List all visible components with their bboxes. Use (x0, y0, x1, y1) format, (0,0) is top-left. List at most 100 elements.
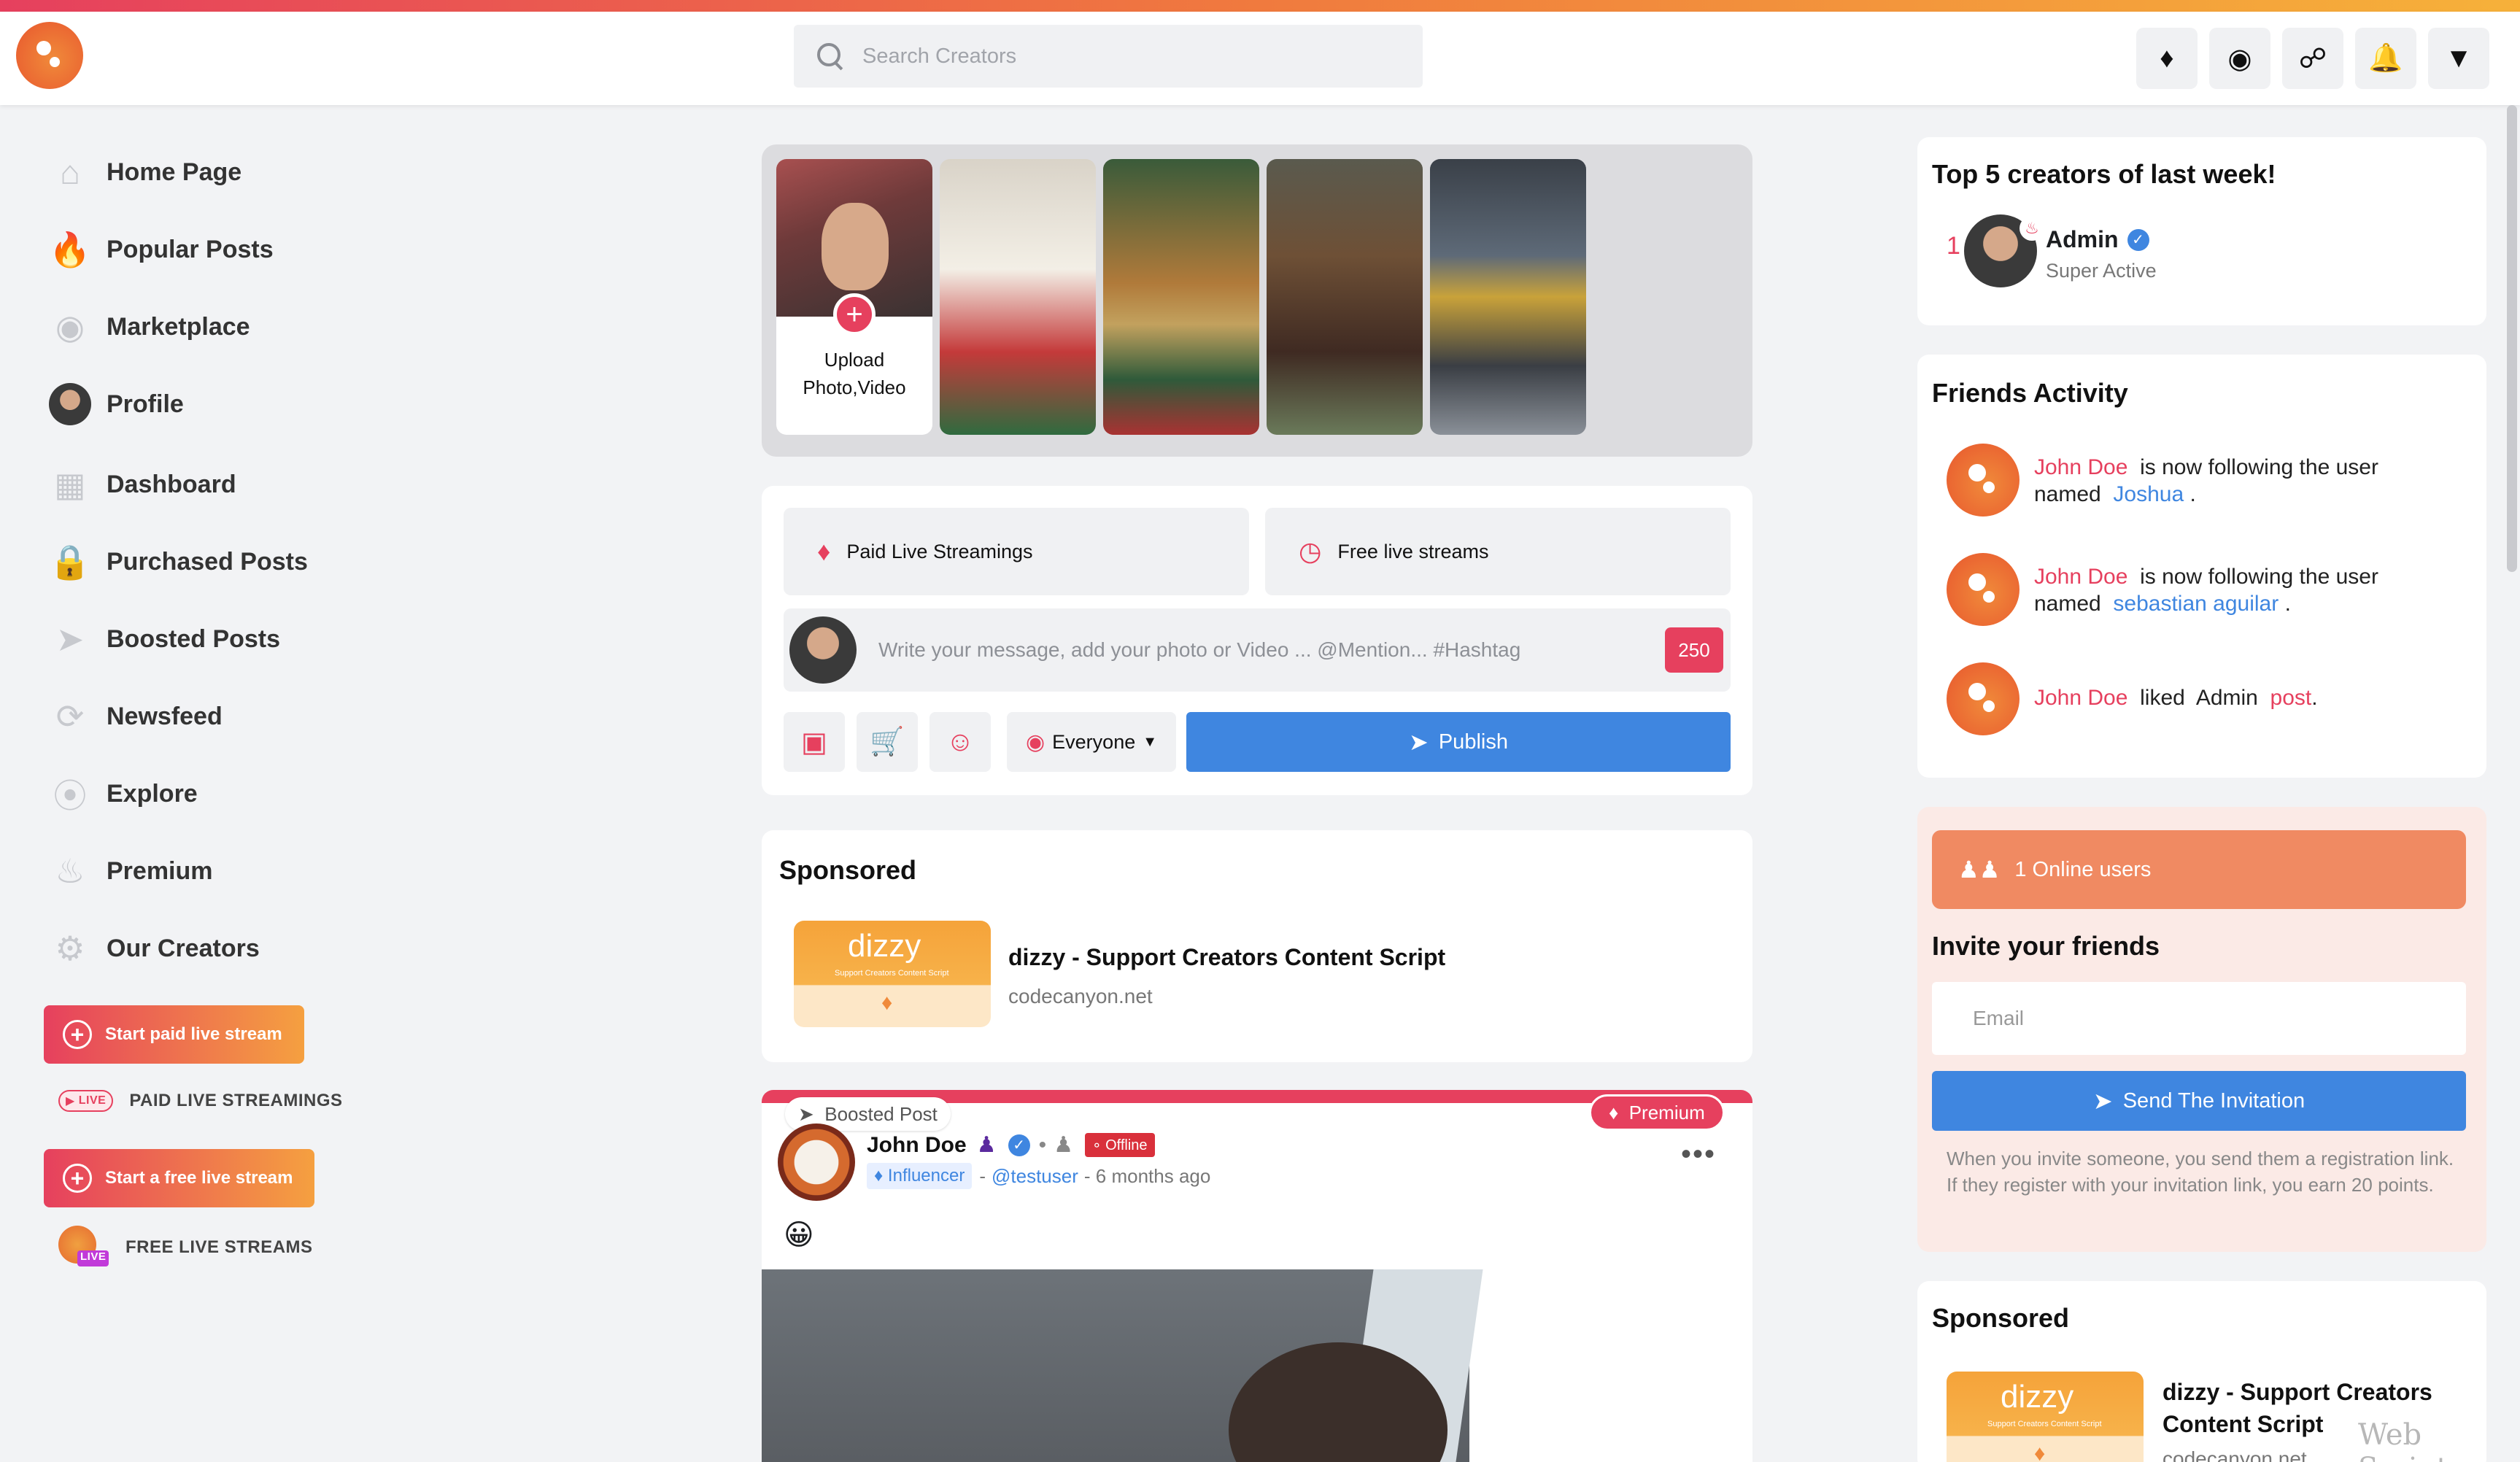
home-icon: ⌂ (60, 153, 80, 191)
send-invitation-button[interactable]: ➤ Send The Invitation (1932, 1071, 2466, 1131)
author-name[interactable]: John Doe (867, 1133, 967, 1158)
tab-paid-live-streamings[interactable]: ♦ Paid Live Streamings (784, 508, 1249, 595)
avatar[interactable] (1947, 553, 2020, 626)
start-paid-live-button[interactable]: + Start paid live stream (44, 1005, 304, 1064)
section-title: Invite your friends (1932, 931, 2160, 961)
button-label: Start a free live stream (105, 1168, 293, 1188)
post-media[interactable] (762, 1269, 1483, 1462)
person-icon: ♟ (976, 1133, 997, 1157)
sidebar-item-profile[interactable]: Profile (47, 371, 184, 437)
dot-icon: ∘ (1092, 1137, 1106, 1153)
sidebar-item-label: Purchased Posts (107, 547, 308, 576)
activity-text: John Doe is now following the user named… (2034, 563, 2443, 617)
creator-name[interactable]: Admin (2046, 226, 2119, 253)
live-badge: ▶ LIVE (58, 1090, 114, 1112)
char-count-badge: 250 (1665, 627, 1723, 673)
activity-user[interactable]: John Doe (2034, 455, 2127, 479)
link-label: FREE LIVE STREAMS (125, 1237, 313, 1257)
sponsored-url[interactable]: codecanyon.net (1008, 985, 1153, 1008)
search-icon (816, 42, 845, 71)
publish-button[interactable]: ➤ Publish (1186, 712, 1731, 772)
paid-live-streamings-link[interactable]: ▶ LIVE PAID LIVE STREAMINGS (58, 1090, 343, 1112)
search-bar[interactable] (794, 25, 1423, 88)
sidebar-item-creators[interactable]: ⚙ Our Creators (47, 916, 259, 981)
header: ♦ ◉ ☍ 🔔 ▼ (0, 12, 2520, 105)
story-item[interactable] (1430, 159, 1586, 435)
activity-target[interactable]: Joshua (2113, 482, 2184, 506)
activity-object[interactable]: post (2270, 686, 2312, 710)
sidebar-item-newsfeed[interactable]: ⟳ Newsfeed (47, 684, 223, 749)
activity-user[interactable]: John Doe (2034, 686, 2127, 710)
scrollbar[interactable] (2507, 105, 2517, 572)
sponsored-url[interactable]: codecanyon.net (2163, 1447, 2307, 1462)
sidebar-item-popular[interactable]: 🔥 Popular Posts (47, 217, 273, 282)
messenger-icon[interactable]: ☍ (2282, 28, 2343, 89)
story-upload[interactable]: + Upload Photo,Video (776, 159, 932, 435)
bell-icon[interactable]: 🔔 (2355, 28, 2416, 89)
message-composer[interactable]: Write your message, add your photo or Vi… (784, 608, 1731, 692)
tab-free-live-streams[interactable]: ◷ Free live streams (1265, 508, 1731, 595)
paper-plane-icon: ➤ (2092, 1088, 2113, 1114)
activity-target[interactable]: Admin (2196, 686, 2258, 710)
avatar (789, 616, 857, 684)
verified-icon: ✓ (2127, 228, 2149, 251)
live-tag: LIVE (77, 1250, 109, 1266)
sidebar-item-label: Newsfeed (107, 702, 223, 730)
premium-badge: ♦ Premium (1589, 1094, 1725, 1131)
more-options-icon[interactable]: ••• (1681, 1138, 1716, 1171)
activity-verb: liked (2140, 686, 2185, 710)
gem-icon[interactable]: ♦ (2136, 28, 2198, 89)
activity-user[interactable]: John Doe (2034, 565, 2127, 589)
start-free-live-button[interactable]: + Start a free live stream (44, 1149, 315, 1207)
avatar[interactable] (1947, 662, 2020, 735)
caret-down-icon[interactable]: ▼ (2428, 28, 2489, 89)
sidebar-item-marketplace[interactable]: ◉ Marketplace (47, 294, 250, 360)
sidebar-item-purchased[interactable]: 🔒 Purchased Posts (47, 529, 308, 595)
clock-icon: ◷ (1299, 536, 1322, 566)
post-author: John Doe ♟ ✓ • ♟ ∘ Offline (867, 1132, 1155, 1158)
site-logo[interactable] (16, 22, 83, 89)
audience-select[interactable]: ◉ Everyone ▼ (1007, 712, 1176, 772)
composer-card: ♦ Paid Live Streamings ◷ Free live strea… (762, 486, 1752, 795)
post-author-avatar[interactable] (778, 1123, 855, 1201)
button-label: Publish (1438, 730, 1508, 754)
activity-target[interactable]: sebastian aguilar (2113, 592, 2279, 616)
sidebar-item-home[interactable]: ⌂ Home Page (47, 139, 241, 205)
button-label: Send The Invitation (2122, 1088, 2306, 1113)
paper-plane-icon: ➤ (1409, 729, 1429, 755)
add-story-icon[interactable]: + (833, 293, 876, 336)
sponsored-thumbnail[interactable]: dizzy Support Creators Content Script ♦ (794, 921, 991, 1027)
sidebar-item-boosted[interactable]: ➤ Boosted Posts (47, 606, 280, 672)
search-input[interactable] (862, 44, 1373, 69)
free-live-streams-link[interactable]: LIVE FREE LIVE STREAMS (58, 1226, 313, 1269)
emoji-icon[interactable]: ☺ (929, 712, 991, 772)
gem-icon: ♦ (817, 536, 831, 566)
sidebar-item-explore[interactable]: ⦿ Explore (47, 761, 198, 827)
live-avatar: LIVE (58, 1226, 109, 1269)
caption-line: Photo,Video (803, 376, 906, 398)
activity-text: John Doe liked Admin post. (2034, 684, 2443, 711)
sidebar-item-dashboard[interactable]: ▦ Dashboard (47, 452, 236, 517)
sponsored-name[interactable]: dizzy - Support Creators Content Script (1008, 944, 1445, 971)
email-field[interactable]: Email (1932, 982, 2466, 1055)
message-input[interactable]: Write your message, add your photo or Vi… (878, 638, 1665, 662)
section-title: Top 5 creators of last week! (1932, 159, 2276, 189)
chevron-down-icon: ▼ (1143, 733, 1158, 750)
sidebar-item-premium[interactable]: ♨ Premium (47, 838, 212, 904)
badge-text: Influencer (887, 1166, 965, 1186)
story-item[interactable] (1103, 159, 1259, 435)
creator-status: Super Active (2046, 260, 2157, 282)
link-label: PAID LIVE STREAMINGS (129, 1091, 343, 1110)
cart-icon[interactable]: 🛒 (857, 712, 918, 772)
sidebar-item-label: Home Page (107, 158, 242, 186)
story-item[interactable] (940, 159, 1096, 435)
globe-icon: ◉ (1025, 730, 1046, 754)
author-handle[interactable]: @testuser (992, 1165, 1078, 1188)
sponsored-thumbnail[interactable]: dizzy Support Creators Content Script ♦ (1947, 1372, 2144, 1462)
story-item[interactable] (1267, 159, 1423, 435)
online-users-banner[interactable]: ♟♟ 1 Online users (1932, 830, 2466, 909)
store-icon[interactable]: ◉ (2209, 28, 2270, 89)
photo-upload-icon[interactable]: ▣ (784, 712, 845, 772)
watermark: Web Script (2358, 1418, 2448, 1462)
avatar[interactable] (1947, 444, 2020, 517)
